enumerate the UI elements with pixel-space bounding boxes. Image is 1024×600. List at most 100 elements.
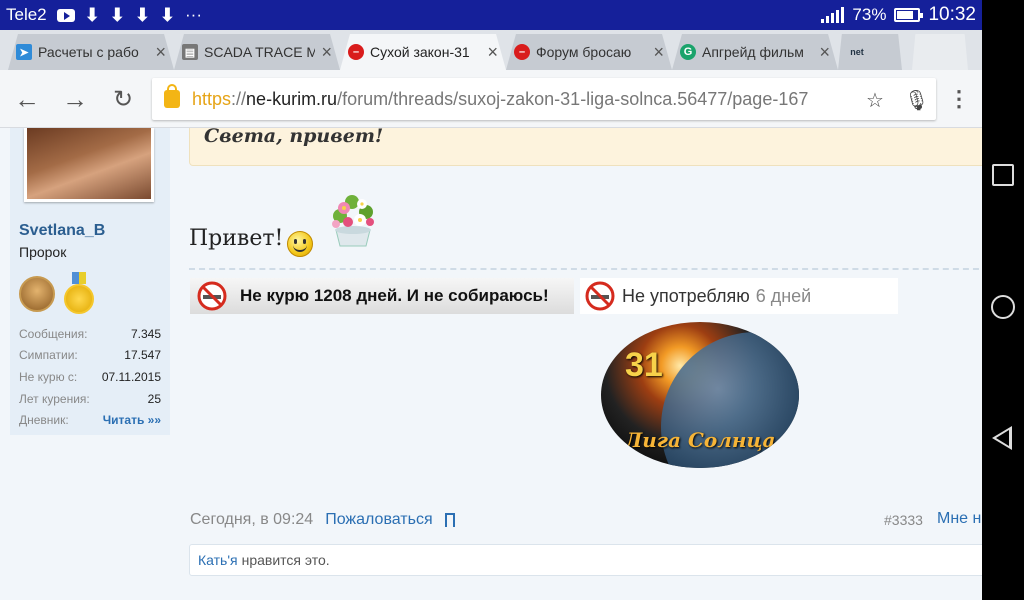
signature-divider	[189, 268, 982, 270]
more-notifications-icon: ···	[185, 5, 202, 24]
page-icon: ▤	[182, 44, 198, 60]
bookmark-icon[interactable]	[444, 513, 455, 532]
home-icon[interactable]	[991, 295, 1015, 319]
flowers-icon	[332, 195, 374, 247]
stat-value: 7.345	[130, 326, 161, 341]
no-entry-icon: –	[514, 44, 530, 60]
stat-value: 17.547	[124, 348, 161, 363]
likes-suffix: нравится это.	[241, 552, 330, 568]
like-button[interactable]: Мне нравится	[937, 510, 982, 528]
liga-solnca-logo: 31 Лига Солнца	[601, 322, 799, 468]
post-meta: Сегодня, в 09:24 Пожаловаться	[190, 511, 455, 532]
stat-row: Сообщения: 7.345	[19, 323, 161, 345]
tab-4[interactable]: – Форум бросаю ×	[506, 34, 672, 70]
forward-arrow-icon[interactable]: →	[60, 84, 90, 114]
tab-3-active[interactable]: – Сухой закон-31 ×	[340, 34, 506, 70]
stat-label: Лет курения:	[19, 391, 90, 406]
telegram-icon: ➤	[16, 44, 32, 60]
new-tab-button[interactable]	[912, 34, 968, 70]
no-smoking-banner: Не курю 1208 дней. И не собираюсь!	[190, 278, 574, 314]
battery-percent: 73%	[852, 5, 887, 24]
download-icon: ⬇	[159, 5, 176, 25]
stat-row: Лет курения: 25	[19, 388, 161, 410]
tab-strip: ➤ Расчеты с рабо × ▤ SCADA TRACE M × – С…	[0, 30, 982, 70]
trophy-icon[interactable]	[19, 276, 55, 312]
carrier-label: Tele2	[6, 5, 47, 24]
user-name-link[interactable]: Svetlana_B	[19, 222, 105, 240]
tab-1[interactable]: ➤ Расчеты с рабо ×	[8, 34, 174, 70]
status-left: Tele2 ⬇ ⬇ ⬇ ⬇ ···	[0, 5, 202, 25]
close-icon[interactable]: ×	[653, 42, 664, 63]
clock: 10:32	[928, 4, 976, 25]
back-triangle-icon[interactable]	[992, 426, 1012, 450]
signal-h-icon	[821, 7, 845, 23]
battery-icon	[894, 8, 924, 22]
medal-icon[interactable]	[64, 272, 94, 314]
no-smoking-icon	[585, 281, 615, 311]
liker-link[interactable]: Кать'я	[198, 552, 238, 568]
stat-label: Сообщения:	[19, 326, 88, 341]
user-stats: Сообщения: 7.345 Симпатии: 17.547 Не кур…	[19, 323, 161, 431]
avatar[interactable]	[24, 128, 154, 202]
android-screen: Tele2 ⬇ ⬇ ⬇ ⬇ ··· 73% 10:32 ➤ Расчеты с …	[0, 0, 1024, 600]
quote-block: Света, привет!	[189, 128, 982, 166]
menu-icon[interactable]: ⋮	[944, 84, 974, 114]
logo-number: 31	[625, 346, 663, 384]
post-number[interactable]: #3333	[884, 512, 923, 528]
url-scheme: https	[192, 88, 232, 109]
url-path: /forum/threads/suxoj-zakon-31-liga-solnc…	[337, 88, 809, 109]
youtube-icon	[56, 8, 75, 22]
stat-row: Не курю с: 07.11.2015	[19, 366, 161, 388]
browser-toolbar: ← → ↻ https :// ne-kurim.ru /forum/threa…	[0, 70, 982, 128]
star-icon[interactable]: ☆	[866, 88, 884, 113]
stat-value: 07.11.2015	[101, 369, 161, 384]
back-arrow-icon[interactable]: ←	[12, 84, 42, 114]
url-separator: ://	[231, 88, 247, 109]
stat-label: Симпатии:	[19, 348, 78, 363]
tab-2[interactable]: ▤ SCADA TRACE M ×	[174, 34, 340, 70]
smile-icon	[287, 231, 313, 257]
no-use-banner: Не употребляю 6 дней	[580, 278, 898, 314]
quote-text: Света, привет!	[204, 128, 384, 147]
close-icon[interactable]: ×	[321, 42, 332, 63]
stat-row: Дневник: Читать »»	[19, 409, 161, 431]
address-bar[interactable]: https :// ne-kurim.ru /forum/threads/sux…	[152, 78, 936, 120]
close-icon[interactable]: ×	[487, 42, 498, 63]
post-message: Привет!	[189, 226, 284, 251]
lock-icon	[164, 84, 180, 108]
no-smoking-text: Не курю 1208 дней. И не собираюсь!	[240, 286, 549, 305]
stat-label: Дневник:	[19, 413, 69, 428]
stat-value: 25	[147, 391, 161, 406]
recent-apps-icon[interactable]	[992, 164, 1014, 186]
tab-title: Форум бросаю	[536, 44, 632, 60]
forum-page: Svetlana_B Пророк Сообщения: 7.345 Симпа…	[0, 128, 982, 600]
download-icon: ⬇	[109, 5, 125, 25]
tab-5[interactable]: G Апгрейд фильм ×	[672, 34, 838, 70]
stat-label: Не курю с:	[19, 369, 78, 384]
no-use-days: 6 дней	[755, 285, 812, 306]
no-smoking-icon	[197, 281, 227, 311]
no-use-text: Не употребляю	[622, 285, 750, 306]
stat-row: Симпатии: 17.547	[19, 345, 161, 367]
tab-6[interactable]: net	[838, 34, 902, 70]
url-host: ne-kurim.ru	[246, 88, 338, 109]
download-icon: ⬇	[134, 5, 150, 25]
likes-summary: Кать'я нравится это.	[189, 544, 982, 576]
tab-title: SCADA TRACE M	[204, 44, 316, 60]
tab-title: Сухой закон-31	[370, 44, 470, 60]
close-icon[interactable]: ×	[819, 42, 830, 63]
diary-read-link[interactable]: Читать »»	[103, 413, 161, 427]
android-nav-bar	[982, 0, 1024, 600]
close-icon[interactable]: ×	[155, 42, 166, 63]
report-link[interactable]: Пожаловаться	[325, 511, 432, 529]
post-date[interactable]: Сегодня, в 09:24	[190, 511, 313, 529]
microphone-icon[interactable]: 🎙	[904, 88, 929, 113]
net-site-icon: net	[850, 47, 864, 57]
no-entry-icon: –	[348, 44, 364, 60]
status-right: 73% 10:32	[821, 0, 976, 30]
download-icon: ⬇	[84, 5, 100, 25]
tab-title: Расчеты с рабо	[38, 44, 139, 60]
status-bar: Tele2 ⬇ ⬇ ⬇ ⬇ ··· 73% 10:32	[0, 0, 982, 30]
user-info-panel: Svetlana_B Пророк Сообщения: 7.345 Симпа…	[10, 128, 170, 435]
reload-icon[interactable]: ↻	[108, 84, 138, 114]
